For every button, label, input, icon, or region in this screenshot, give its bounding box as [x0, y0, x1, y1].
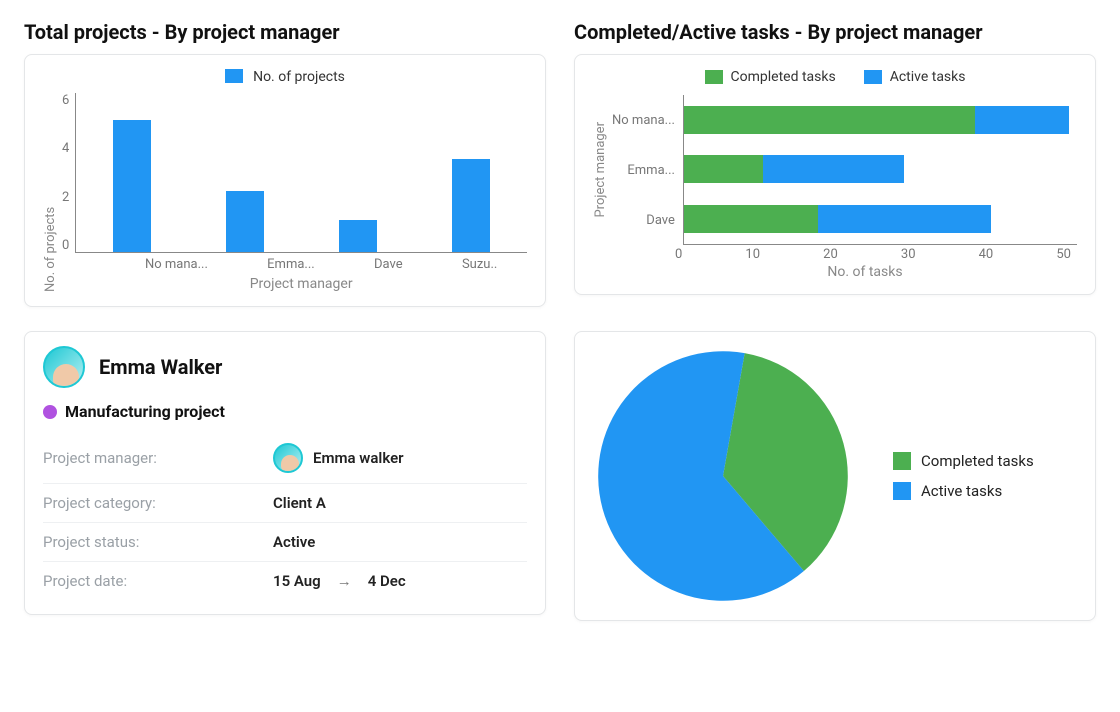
chart-card-pie: Completed tasks Active tasks [574, 331, 1096, 621]
bar[interactable] [452, 159, 490, 252]
y-axis-label: Project manager [593, 122, 608, 218]
detail-row-manager: Project manager: Emma walker [43, 433, 527, 484]
legend-swatch-green [893, 452, 911, 470]
x-tick-label: Suzu.. [462, 257, 497, 272]
x-tick-label: 40 [979, 247, 994, 262]
bar[interactable] [339, 220, 377, 252]
bar[interactable] [226, 191, 264, 252]
x-tick-label: 30 [901, 247, 916, 262]
detail-row-status: Project status: Active [43, 523, 527, 562]
arrow-right-icon: → [337, 572, 352, 590]
x-tick-label: Dave [374, 257, 403, 272]
date-end: 4 Dec [368, 572, 406, 590]
bar[interactable] [113, 120, 151, 252]
ytick: 2 [62, 190, 69, 205]
detail-row-date: Project date: 15 Aug → 4 Dec [43, 562, 527, 600]
x-tick-label: No mana... [145, 257, 208, 272]
hbar-segment [763, 155, 905, 183]
hbar-plot-area [683, 95, 1077, 245]
y-axis-label: No. of projects [43, 93, 58, 292]
legend-label: No. of projects [253, 69, 345, 85]
hbar-segment [818, 205, 991, 233]
hbar-segment [684, 106, 975, 134]
pie-chart [593, 346, 853, 606]
ytick: 4 [62, 141, 69, 156]
x-tick-label: Emma... [267, 257, 315, 272]
detail-row-category: Project category: Client A [43, 484, 527, 523]
chart-legend: Completed tasks Active tasks [593, 69, 1077, 85]
hbar-segment [975, 106, 1069, 134]
hbar-row[interactable] [684, 106, 1077, 134]
y-tick-label: No mana... [612, 113, 675, 128]
x-tick-label: 20 [823, 247, 838, 262]
detail-label: Project status: [43, 533, 273, 551]
legend-label: Active tasks [890, 69, 966, 85]
x-axis-ticks: 0 10 20 30 40 50 [675, 247, 1077, 262]
y-axis-ticks: No mana... Emma... Dave [612, 95, 683, 245]
hbar-segment [684, 205, 818, 233]
legend-swatch-blue [893, 482, 911, 500]
pie-legend: Completed tasks Active tasks [893, 452, 1034, 500]
avatar[interactable] [43, 346, 85, 388]
project-detail-card: Emma Walker Manufacturing project Projec… [24, 331, 546, 615]
project-color-dot [43, 405, 57, 419]
ytick: 6 [62, 93, 69, 108]
legend-swatch-green [705, 70, 723, 84]
hbar-row[interactable] [684, 155, 1077, 183]
panel-pie: Completed tasks Active tasks [574, 331, 1096, 621]
detail-value: Emma walker [313, 449, 404, 467]
x-axis-label: No. of tasks [653, 264, 1077, 280]
detail-label: Project manager: [43, 449, 273, 467]
hbar-row[interactable] [684, 205, 1077, 233]
legend-label: Completed tasks [921, 452, 1034, 470]
detail-value: Active [273, 533, 315, 551]
date-start: 15 Aug [273, 572, 321, 590]
x-tick-label: 0 [675, 247, 682, 262]
x-tick-label: 10 [745, 247, 760, 262]
bar-plot-area [75, 93, 527, 253]
panel-title: Completed/Active tasks - By project mana… [574, 20, 1096, 44]
legend-label: Active tasks [921, 482, 1002, 500]
person-name: Emma Walker [99, 355, 222, 379]
ytick: 0 [62, 238, 69, 253]
panel-total-projects: Total projects - By project manager No. … [24, 20, 546, 307]
hbar-segment [684, 155, 763, 183]
chart-legend: No. of projects [43, 69, 527, 85]
legend-swatch-blue [225, 69, 243, 83]
detail-value: Client A [273, 494, 326, 512]
chart-card-hbar: Completed tasks Active tasks Project man… [574, 54, 1096, 295]
panel-title: Total projects - By project manager [24, 20, 546, 44]
x-tick-label: 50 [1056, 247, 1071, 262]
legend-label: Completed tasks [731, 69, 836, 85]
y-tick-label: Dave [646, 213, 675, 228]
project-title: Manufacturing project [65, 402, 225, 421]
y-axis-ticks: 6 4 2 0 [62, 93, 75, 253]
panel-completed-active: Completed/Active tasks - By project mana… [574, 20, 1096, 307]
legend-swatch-blue [864, 70, 882, 84]
avatar-small[interactable] [273, 443, 303, 473]
x-axis-label: Project manager [75, 276, 527, 292]
detail-label: Project category: [43, 494, 273, 512]
chart-card-bar: No. of projects No. of projects 6 4 2 0 … [24, 54, 546, 307]
detail-label: Project date: [43, 572, 273, 590]
panel-project-detail: Emma Walker Manufacturing project Projec… [24, 331, 546, 621]
y-tick-label: Emma... [627, 163, 675, 178]
